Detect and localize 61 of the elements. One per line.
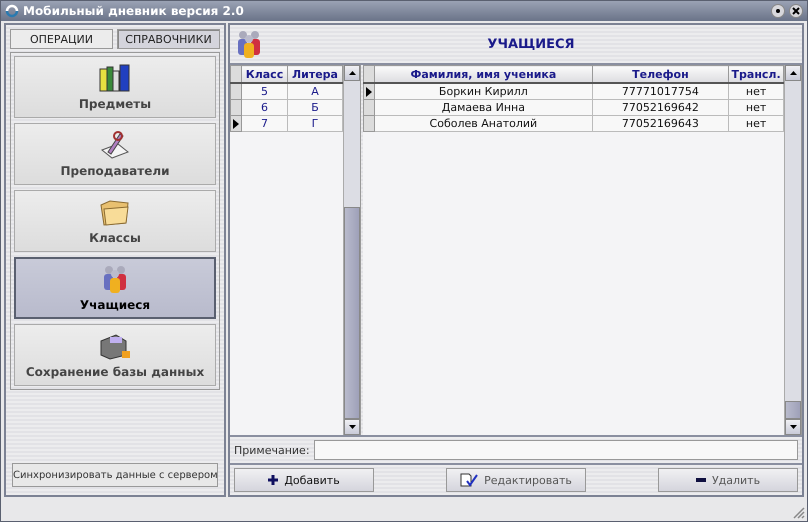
column-header[interactable]: Трансл.: [728, 66, 784, 83]
down-arrow-icon: [348, 424, 356, 428]
nav-button[interactable]: Классы: [14, 190, 216, 252]
table-cell: нет: [728, 100, 784, 116]
sync-button[interactable]: Синхронизировать данные с сервером: [12, 463, 218, 487]
table-cell: 5: [242, 83, 288, 100]
scroll-up-button[interactable]: [785, 65, 801, 81]
row-pointer-icon: [365, 86, 374, 96]
document-check-icon: [460, 473, 478, 487]
nav-button[interactable]: Преподаватели: [14, 123, 216, 185]
scroll-down-button[interactable]: [785, 419, 801, 435]
grid-corner: [230, 66, 242, 83]
table-cell: Боркин Кирилл: [374, 83, 592, 100]
nav-button[interactable]: Сохранение базы данных: [14, 324, 216, 386]
books-icon: [98, 63, 132, 93]
field-label: Примечание:: [234, 444, 310, 456]
table-cell: Соболев Анатолий: [374, 116, 592, 132]
down-arrow-icon: [790, 424, 796, 428]
table-cell: 77052169643: [592, 116, 729, 132]
up-arrow-icon: [790, 70, 796, 74]
table-cell: А: [287, 83, 342, 100]
minus-icon: [696, 478, 706, 482]
tab[interactable]: СПРАВОЧНИКИ: [117, 29, 220, 49]
minimize-button[interactable]: [771, 4, 785, 18]
scroll-thumb[interactable]: [344, 207, 360, 419]
tab[interactable]: ОПЕРАЦИИ: [10, 29, 113, 49]
table-cell: Г: [287, 116, 342, 132]
nav-button[interactable]: Предметы: [14, 56, 216, 118]
scroll-up-button[interactable]: [344, 65, 360, 81]
app-icon: [5, 4, 19, 18]
column-header[interactable]: Телефон: [592, 66, 729, 83]
row-indicator[interactable]: [230, 116, 242, 132]
up-arrow-icon: [348, 70, 356, 74]
window-title: Мобильный дневник версия 2.0: [23, 4, 245, 18]
close-icon: [792, 7, 800, 15]
action-button[interactable]: Редактировать: [446, 468, 586, 492]
section-title: УЧАЩИЕСЯ: [486, 36, 576, 52]
nav-button[interactable]: Учащиеся: [14, 257, 216, 319]
note-field[interactable]: [314, 440, 798, 460]
action-button[interactable]: Удалить: [658, 468, 798, 492]
column-header[interactable]: Литера: [287, 66, 342, 83]
table-cell: 77771017754: [592, 83, 729, 100]
column-header[interactable]: Фамилия, имя ученика: [374, 66, 592, 83]
plus-icon: [268, 475, 278, 485]
table-cell: Дамаева Инна: [374, 100, 592, 116]
table-cell: нет: [728, 116, 784, 132]
resize-grip-icon[interactable]: [791, 505, 805, 519]
table-cell: 77052169642: [592, 100, 729, 116]
row-pointer-icon: [232, 118, 240, 128]
close-button[interactable]: [789, 4, 803, 18]
column-header[interactable]: Класс: [242, 66, 288, 83]
scroll-thumb[interactable]: [785, 401, 801, 419]
table-cell: нет: [728, 83, 784, 100]
action-button[interactable]: Добавить: [234, 468, 374, 492]
table-cell: Б: [287, 100, 342, 116]
grid-corner: [364, 66, 375, 83]
dot-icon: [776, 9, 780, 13]
scroll-down-button[interactable]: [344, 419, 360, 435]
table-cell: 6: [242, 100, 288, 116]
row-indicator[interactable]: [364, 83, 375, 100]
table-cell: 7: [242, 116, 288, 132]
